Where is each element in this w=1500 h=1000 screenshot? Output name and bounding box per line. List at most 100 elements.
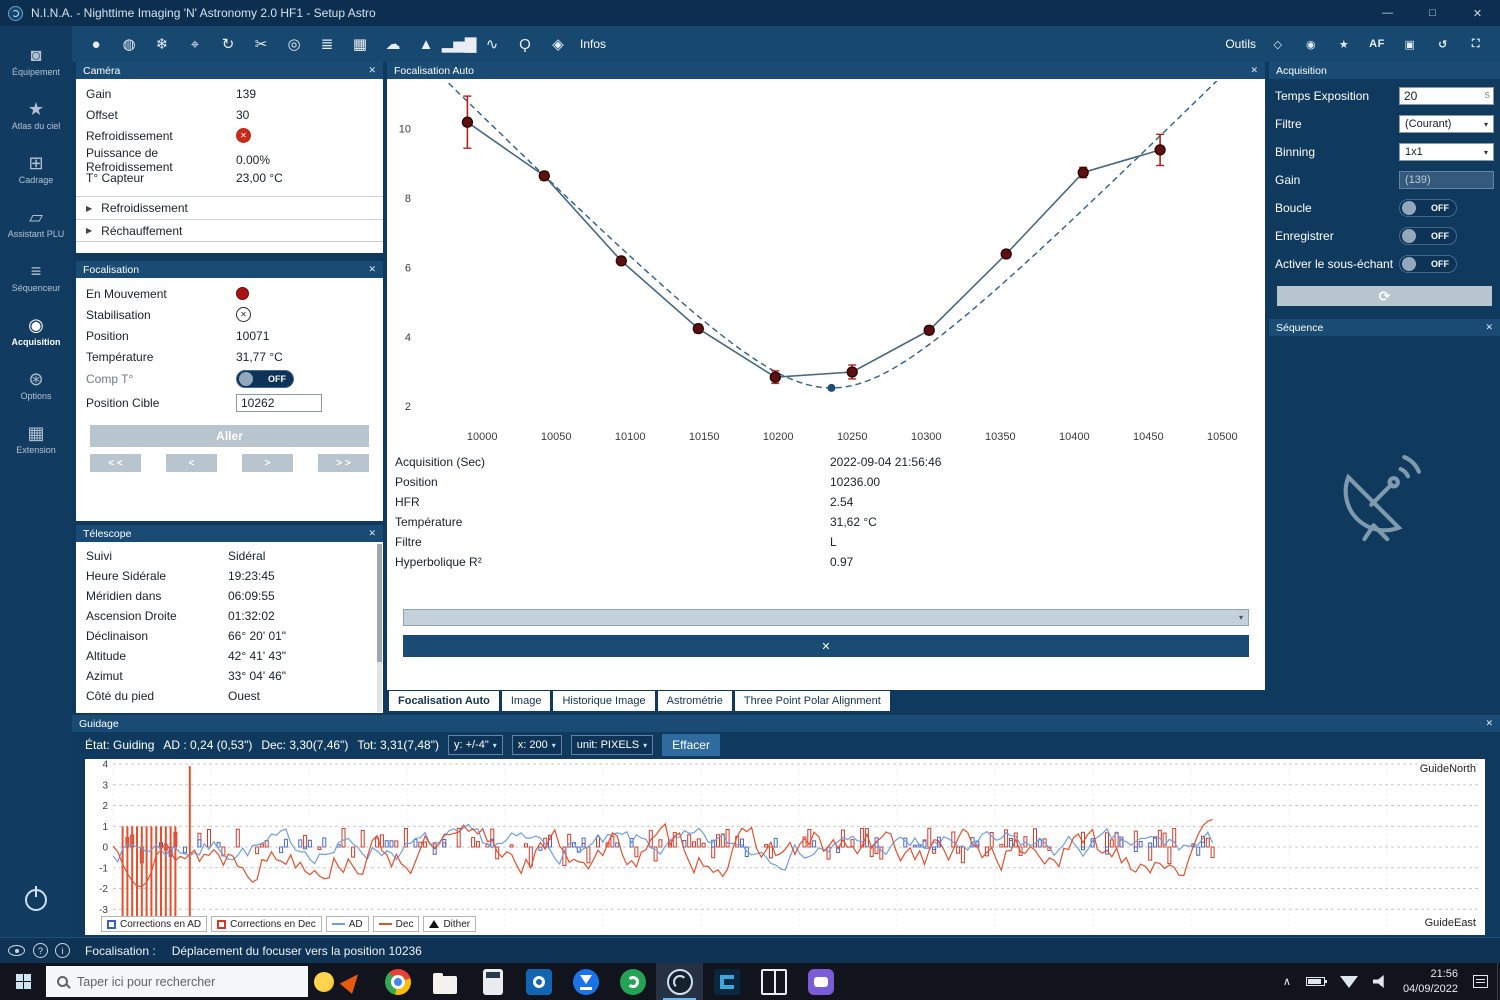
focuser-step-button[interactable]: > > bbox=[318, 454, 369, 472]
sidebar-item-equipement[interactable]: ◙ Équipement bbox=[0, 34, 72, 88]
close-icon[interactable]: ✕ bbox=[368, 264, 376, 275]
exposure-input[interactable] bbox=[1399, 87, 1494, 105]
help-icon[interactable]: ? bbox=[33, 943, 48, 958]
close-icon[interactable]: ✕ bbox=[368, 65, 376, 76]
clear-guide-graph-button[interactable]: Effacer bbox=[662, 734, 720, 756]
temp-comp-toggle[interactable]: OFF bbox=[236, 370, 294, 388]
close-icon[interactable]: ✕ bbox=[368, 528, 376, 539]
volume-icon[interactable] bbox=[1373, 975, 1388, 988]
outlook-icon[interactable] bbox=[515, 963, 562, 1000]
window-app-icon[interactable] bbox=[750, 963, 797, 1000]
histogram-icon[interactable]: ▂▅▇ bbox=[443, 30, 475, 58]
close-icon[interactable]: ✕ bbox=[1485, 718, 1493, 729]
unit-select[interactable]: unit: PIXELS▾ bbox=[571, 735, 653, 755]
nina-taskbar-icon[interactable] bbox=[656, 963, 703, 1000]
sidebar-item-acquisition[interactable]: ◉ Acquisition bbox=[0, 304, 72, 358]
download-app-icon[interactable] bbox=[562, 963, 609, 1000]
history-icon[interactable]: ↺ bbox=[1427, 30, 1459, 58]
infos-shield-icon[interactable]: ◈ bbox=[542, 30, 574, 58]
guide-east-label: GuideEast bbox=[1425, 917, 1476, 929]
focuser-step-button[interactable]: < < bbox=[90, 454, 141, 472]
filter-wheel-icon[interactable]: ◍ bbox=[113, 30, 145, 58]
hfr-graph-icon[interactable]: ∿ bbox=[476, 30, 508, 58]
maximize-button[interactable]: □ bbox=[1410, 0, 1455, 26]
sidebar-item-label: Acquisition bbox=[12, 337, 61, 347]
star-detection-icon[interactable]: ★ bbox=[1328, 30, 1360, 58]
sidebar-item-cadrage[interactable]: ⊞ Cadrage bbox=[0, 142, 72, 196]
camera-icon[interactable]: ● bbox=[80, 30, 112, 58]
minimize-button[interactable]: — bbox=[1365, 0, 1410, 26]
tab-focalisation-auto[interactable]: Focalisation Auto bbox=[389, 691, 499, 711]
sequence-list-icon[interactable]: ≣ bbox=[311, 30, 343, 58]
y-scale-select[interactable]: y: +/-4"▾ bbox=[448, 735, 503, 755]
battery-icon[interactable] bbox=[1306, 977, 1325, 986]
tab-three-point-polar-alignment[interactable]: Three Point Polar Alignment bbox=[735, 691, 890, 711]
calculator-icon[interactable] bbox=[468, 963, 515, 1000]
info-icon[interactable]: i bbox=[55, 943, 70, 958]
wifi-icon[interactable] bbox=[1340, 976, 1358, 988]
tab-image[interactable]: Image bbox=[502, 691, 551, 711]
scrollbar-thumb[interactable] bbox=[377, 544, 382, 662]
scrollbar[interactable] bbox=[377, 544, 382, 712]
legend-item[interactable]: Corrections en Dec bbox=[211, 916, 322, 932]
save-toggle[interactable]: OFF bbox=[1399, 227, 1457, 245]
loop-toggle[interactable]: OFF bbox=[1399, 199, 1457, 217]
infos-label[interactable]: Infos bbox=[580, 37, 606, 51]
cooling-icon[interactable]: ❄ bbox=[146, 30, 178, 58]
focuser-step-button[interactable]: < bbox=[166, 454, 217, 472]
flat-bulb-icon[interactable]: Ϙ bbox=[509, 30, 541, 58]
telescope-mount-icon[interactable]: ✂ bbox=[245, 30, 277, 58]
legend-item[interactable]: Dither bbox=[423, 916, 476, 932]
party-cone-icon[interactable] bbox=[340, 969, 364, 994]
tab-historique-image[interactable]: Historique Image bbox=[553, 691, 654, 711]
power-icon[interactable] bbox=[25, 889, 47, 911]
chrome-icon[interactable] bbox=[374, 963, 421, 1000]
subframe-icon[interactable]: ▣ bbox=[1394, 30, 1426, 58]
guider-icon[interactable]: ◎ bbox=[278, 30, 310, 58]
start-button[interactable] bbox=[0, 963, 46, 1000]
blue-e-app-icon[interactable] bbox=[703, 963, 750, 1000]
tray-expand-icon[interactable]: ∧ bbox=[1283, 975, 1291, 988]
search-highlight-icon[interactable] bbox=[314, 972, 334, 992]
sidebar-item-assistant-plu[interactable]: ▱ Assistant PLU bbox=[0, 196, 72, 250]
focuser-step-button[interactable]: > bbox=[242, 454, 293, 472]
horizon-icon[interactable]: ▲ bbox=[410, 30, 442, 58]
plate-solve-icon[interactable]: ◇ bbox=[1262, 30, 1294, 58]
rotator-icon[interactable]: ⌖ bbox=[179, 30, 211, 58]
autofocus-report-select[interactable]: ▾ bbox=[403, 609, 1249, 626]
filter-select[interactable]: (Courant)▾ bbox=[1399, 115, 1494, 133]
notification-center-icon[interactable] bbox=[1473, 975, 1488, 988]
target-position-input[interactable] bbox=[236, 394, 322, 412]
fullscreen-icon[interactable]: ⛶ bbox=[1460, 30, 1492, 58]
subsample-toggle[interactable]: OFF bbox=[1399, 255, 1457, 273]
legend-item[interactable]: Dec bbox=[373, 916, 420, 932]
switch-grid-icon[interactable]: ▦ bbox=[344, 30, 376, 58]
cancel-autofocus-button[interactable]: ✕ bbox=[403, 635, 1249, 657]
sync-rotate-icon[interactable]: ↻ bbox=[212, 30, 244, 58]
sidebar-item-sequenceur[interactable]: ≡ Séquenceur bbox=[0, 250, 72, 304]
autofocus-icon[interactable]: AF bbox=[1361, 30, 1393, 58]
purple-app-icon[interactable] bbox=[797, 963, 844, 1000]
folder-icon[interactable] bbox=[421, 963, 468, 1000]
taskbar-search[interactable]: Taper ici pour rechercher bbox=[46, 966, 308, 997]
close-button[interactable]: ✕ bbox=[1455, 0, 1500, 26]
eye-icon[interactable] bbox=[8, 945, 25, 956]
warming-expander[interactable]: ▶Réchauffement bbox=[76, 219, 383, 242]
legend-item[interactable]: AD bbox=[326, 916, 369, 932]
tab-astrometrie[interactable]: Astrométrie bbox=[658, 691, 732, 711]
start-capture-button[interactable]: ⟳ bbox=[1277, 286, 1492, 306]
cooling-expander[interactable]: ▶Refroidissement bbox=[76, 196, 383, 219]
legend-item[interactable]: Corrections en AD bbox=[101, 916, 207, 932]
exposure-target-icon[interactable]: ◉ bbox=[1295, 30, 1327, 58]
green-app-icon[interactable] bbox=[609, 963, 656, 1000]
sidebar-item-extension[interactable]: ▦ Extension bbox=[0, 412, 72, 466]
x-scale-select[interactable]: x: 200▾ bbox=[512, 735, 562, 755]
binning-select[interactable]: 1x1▾ bbox=[1399, 143, 1494, 161]
sidebar-item-atlas-du-ciel[interactable]: ★ Atlas du ciel bbox=[0, 88, 72, 142]
weather-cloud-icon[interactable]: ☁ bbox=[377, 30, 409, 58]
sidebar-item-options[interactable]: ⊛ Options bbox=[0, 358, 72, 412]
close-icon[interactable]: ✕ bbox=[1250, 65, 1258, 76]
close-icon[interactable]: ✕ bbox=[1485, 322, 1493, 333]
move-focuser-button[interactable]: Aller bbox=[90, 425, 369, 447]
taskbar-clock[interactable]: 21:56 04/09/2022 bbox=[1403, 967, 1458, 996]
